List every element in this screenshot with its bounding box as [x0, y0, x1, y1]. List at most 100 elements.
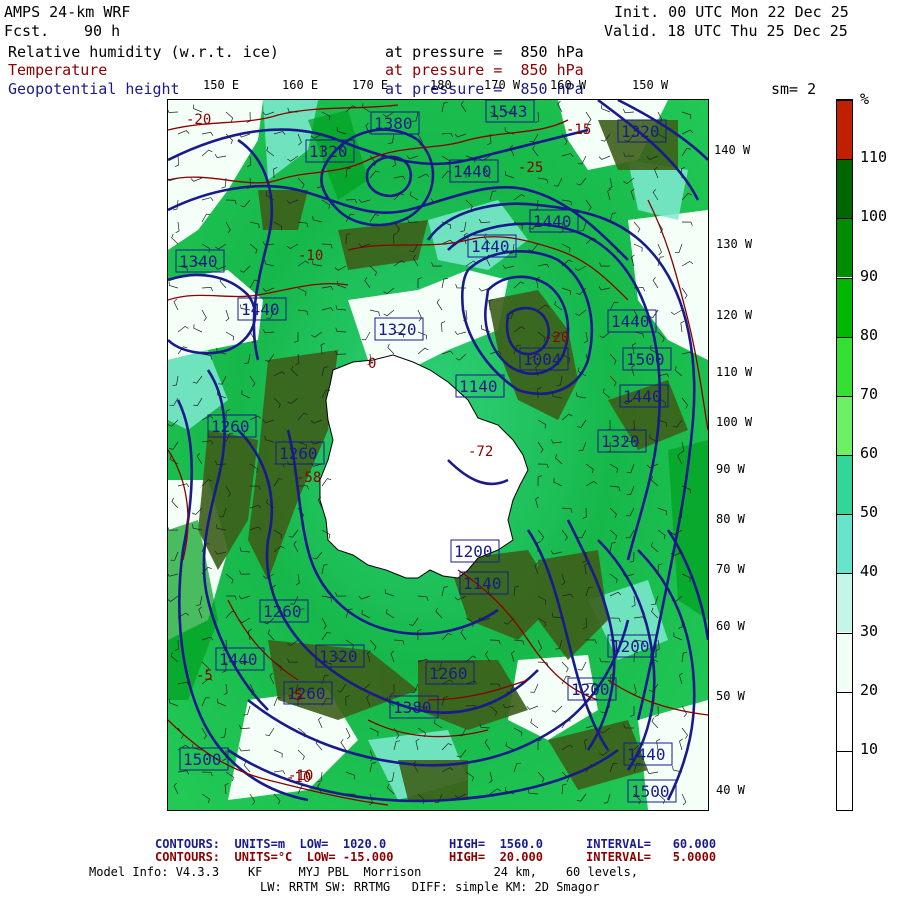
- lon-label-right: 140 W: [714, 143, 751, 157]
- temp-label: -10: [286, 770, 311, 786]
- svg-text:1260: 1260: [279, 444, 318, 463]
- height-label: 1320: [597, 429, 647, 453]
- colorbar-tick-label: 80: [860, 325, 879, 344]
- temp-label: -72: [468, 444, 493, 460]
- svg-text:1440: 1440: [611, 312, 650, 331]
- height-label: 1320: [305, 139, 355, 163]
- lon-label-right: 90 W: [716, 462, 745, 476]
- height-label: 1260: [207, 414, 257, 438]
- height-label: 1340: [175, 249, 225, 273]
- colorbar-bin: [837, 218, 852, 278]
- temp-label: -10: [298, 248, 323, 264]
- colorbar-tick-label: 10: [860, 739, 879, 758]
- height-label: 1140: [459, 571, 509, 595]
- height-label: 1440: [449, 159, 499, 183]
- valid-time: Valid. 18 UTC Thu 25 Dec 25: [604, 22, 848, 40]
- lon-label-top: 180: [430, 78, 452, 92]
- svg-text:1440: 1440: [453, 162, 492, 181]
- smoothing-label: sm= 2: [771, 80, 817, 98]
- colorbar-tick-label: 70: [860, 384, 879, 403]
- svg-text:1500: 1500: [626, 350, 665, 369]
- svg-text:1500: 1500: [183, 750, 222, 769]
- lon-label-top: 160 E: [282, 78, 319, 92]
- height-label: 1543: [485, 100, 535, 123]
- svg-text:1320: 1320: [309, 142, 348, 161]
- height-label: 1320: [374, 317, 424, 341]
- height-label: 1260: [425, 661, 475, 685]
- colorbar-bin: [837, 159, 852, 219]
- svg-text:1380: 1380: [393, 698, 432, 717]
- colorbar-bin: [837, 100, 852, 160]
- colorbar-tick-label: 100: [860, 207, 888, 226]
- colorbar-tick-label: 40: [860, 562, 879, 581]
- lon-label-right: 100 W: [716, 415, 753, 429]
- svg-text:1320: 1320: [319, 647, 358, 666]
- svg-text:1440: 1440: [623, 387, 662, 406]
- temp-label: -5: [196, 668, 213, 684]
- height-label: 1380: [389, 695, 439, 719]
- footer-temp-high: HIGH= 20.000: [449, 850, 543, 864]
- colorbar-unit: %: [860, 90, 870, 108]
- svg-text:1260: 1260: [211, 417, 250, 436]
- svg-text:1380: 1380: [374, 114, 413, 133]
- footer-temp-contours: CONTOURS: UNITS=°C LOW= -15.000: [155, 850, 394, 864]
- svg-text:1440: 1440: [241, 300, 280, 319]
- lon-label-top: 150 E: [203, 78, 240, 92]
- colorbar-tick-label: 20: [860, 680, 879, 699]
- field-name-height: Geopotential height: [8, 80, 180, 98]
- init-time: Init. 00 UTC Mon 22 Dec 25: [614, 3, 849, 21]
- lon-label-right: 80 W: [716, 512, 745, 526]
- lon-label-top: 160 W: [550, 78, 587, 92]
- height-label: 1440: [467, 234, 517, 258]
- svg-text:1320: 1320: [378, 320, 417, 339]
- height-label: 1440: [619, 384, 669, 408]
- map-panel: 1543 1440 1380 1320 1440 1440 1320 1340 …: [167, 99, 709, 811]
- colorbar-bin: [837, 632, 852, 692]
- forecast-label: Fcst.: [4, 22, 50, 40]
- temp-label: -58: [296, 470, 321, 486]
- field-level-temp: at pressure = 850 hPa: [385, 61, 584, 79]
- svg-text:1004: 1004: [523, 350, 562, 369]
- height-label: 1260: [275, 441, 325, 465]
- height-label: 1200: [607, 634, 657, 658]
- lon-label-right: 110 W: [716, 365, 753, 379]
- lon-label-right: 60 W: [716, 619, 745, 633]
- colorbar-bin: [837, 455, 852, 515]
- svg-text:1140: 1140: [459, 377, 498, 396]
- svg-text:1440: 1440: [627, 745, 666, 764]
- svg-text:1260: 1260: [263, 602, 302, 621]
- svg-text:1440: 1440: [533, 212, 572, 231]
- lon-label-right: 40 W: [716, 783, 745, 797]
- model-title: AMPS 24-km WRF: [4, 3, 131, 21]
- svg-text:1320: 1320: [621, 122, 660, 141]
- colorbar-bin: [837, 277, 852, 337]
- lon-label-right: 130 W: [716, 237, 753, 251]
- colorbar-bin: [837, 336, 852, 396]
- colorbar-tick-label: 90: [860, 266, 879, 285]
- height-label: 1440: [215, 647, 265, 671]
- height-label: 1380: [370, 111, 420, 135]
- lon-label-right: 70 W: [716, 562, 745, 576]
- height-label: 1320: [617, 119, 667, 143]
- temp-label: -20: [186, 112, 211, 128]
- weather-map: 1543 1440 1380 1320 1440 1440 1320 1340 …: [168, 100, 708, 810]
- colorbar-bin: [837, 514, 852, 574]
- colorbar-tick-label: 50: [860, 503, 879, 522]
- svg-text:1440: 1440: [471, 237, 510, 256]
- field-level-rh: at pressure = 850 hPa: [385, 43, 584, 61]
- lon-label-top: 150 W: [632, 78, 669, 92]
- temp-label: -5: [286, 688, 303, 704]
- height-label: 1320: [315, 644, 365, 668]
- height-label: 1140: [455, 374, 505, 398]
- field-name-rh: Relative humidity (w.r.t. ice): [8, 43, 279, 61]
- lon-label-top: 170 E: [352, 78, 389, 92]
- svg-text:1440: 1440: [219, 650, 258, 669]
- temp-label: -20: [544, 330, 569, 346]
- footer-temp-interval: INTERVAL= 5.0000: [586, 850, 717, 864]
- height-label: 1500: [179, 747, 229, 771]
- height-label: 1500: [627, 779, 677, 803]
- height-label: 1440: [237, 297, 287, 321]
- forecast-hour: 90 h: [84, 22, 121, 40]
- height-label: 1440: [623, 742, 673, 766]
- height-label: 1200: [567, 677, 617, 701]
